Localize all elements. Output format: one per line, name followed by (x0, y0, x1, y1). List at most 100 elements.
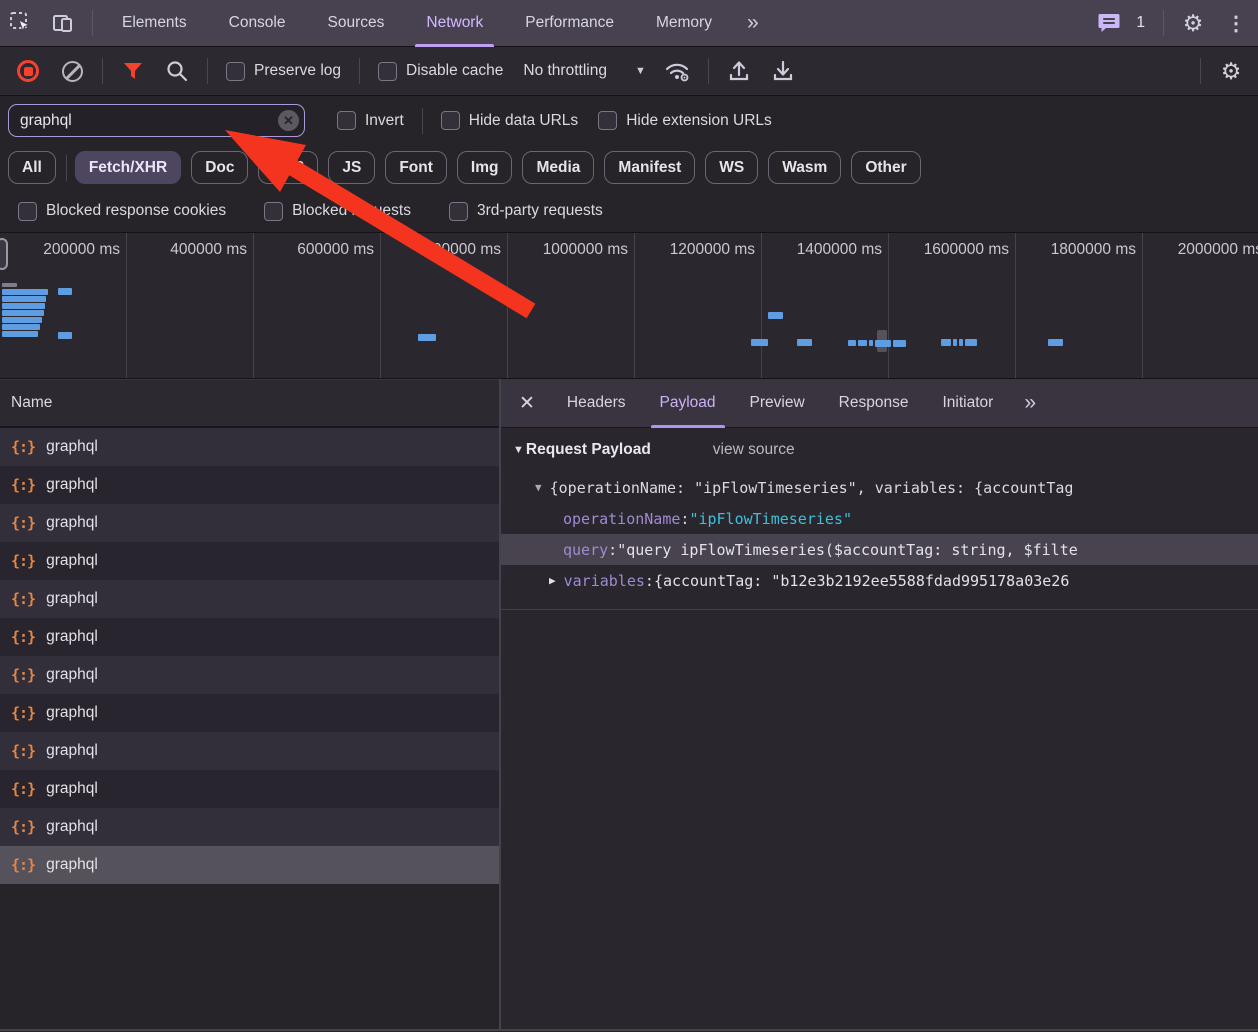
timeline-tick: 1200000 ms (635, 233, 762, 378)
payload-variables-row[interactable]: ▶ variables: {accountTag: "b12e3b2192ee5… (501, 565, 1258, 596)
blocked-requests-checkbox[interactable] (264, 202, 283, 221)
import-har-button[interactable] (722, 54, 756, 88)
request-row[interactable]: {:}graphql (0, 732, 499, 770)
chip-ws[interactable]: WS (705, 151, 758, 184)
request-row[interactable]: {:}graphql (0, 656, 499, 694)
hide-extension-urls-group[interactable]: Hide extension URLs (598, 111, 772, 130)
inspect-element-button[interactable] (6, 8, 36, 38)
chip-font[interactable]: Font (385, 151, 447, 184)
filter-input-box[interactable]: ✕ (8, 104, 305, 137)
third-party-requests-group[interactable]: 3rd-party requests (449, 202, 603, 221)
invert-checkbox-group[interactable]: Invert (337, 111, 404, 130)
waterfall-bar (875, 340, 891, 347)
request-row[interactable]: {:}graphql (0, 618, 499, 656)
hide-data-urls-group[interactable]: Hide data URLs (441, 111, 578, 130)
device-toolbar-button[interactable] (48, 8, 78, 38)
chip-css[interactable]: CSS (258, 151, 318, 184)
network-overview-timeline[interactable]: 200000 ms 400000 ms 600000 ms 800000 ms … (0, 233, 1258, 379)
throttling-select[interactable]: No throttling ▼ (523, 62, 645, 80)
chip-wasm[interactable]: Wasm (768, 151, 841, 184)
chip-img[interactable]: Img (457, 151, 513, 184)
json-icon: {:} (11, 438, 35, 456)
disable-cache-checkbox[interactable] (378, 62, 397, 81)
chip-fetch-xhr[interactable]: Fetch/XHR (75, 151, 181, 184)
record-network-log-button[interactable] (11, 54, 45, 88)
tab-performance[interactable]: Performance (504, 0, 635, 47)
clear-network-log-button[interactable] (55, 54, 89, 88)
waterfall-bar (2, 317, 42, 323)
name-column-header[interactable]: Name (0, 379, 499, 428)
invert-checkbox[interactable] (337, 111, 356, 130)
divider (102, 58, 103, 84)
payload-key: query (563, 541, 608, 559)
tab-headers[interactable]: Headers (550, 379, 643, 428)
request-payload-section[interactable]: ▼ Request Payload view source (501, 428, 1258, 472)
hide-data-urls-checkbox[interactable] (441, 111, 460, 130)
filter-toggle-button[interactable] (116, 54, 150, 88)
export-har-button[interactable] (766, 54, 800, 88)
disable-cache-checkbox-group[interactable]: Disable cache (378, 62, 503, 81)
tab-console[interactable]: Console (208, 0, 307, 47)
timeline-tick: 1800000 ms (1016, 233, 1143, 378)
chip-media[interactable]: Media (522, 151, 594, 184)
request-row[interactable]: {:}graphql (0, 770, 499, 808)
more-detail-tabs-button[interactable]: » (1010, 391, 1048, 415)
json-icon: {:} (11, 742, 35, 760)
payload-operation-name-row[interactable]: operationName: "ipFlowTimeseries" (501, 503, 1258, 534)
request-row[interactable]: {:}graphql (0, 542, 499, 580)
requests-table: Name {:}graphql {:}graphql {:}graphql {:… (0, 379, 501, 1029)
filter-input[interactable] (9, 112, 304, 130)
request-detail-panel: ✕ Headers Payload Preview Response Initi… (501, 379, 1258, 1029)
request-row[interactable]: {:}graphql (0, 808, 499, 846)
inspect-cursor-icon (9, 11, 33, 35)
payload-query-row[interactable]: query: "query ipFlowTimeseries($accountT… (501, 534, 1258, 565)
request-row-selected[interactable]: {:}graphql (0, 846, 499, 884)
view-source-link[interactable]: view source (713, 441, 795, 459)
waterfall-bar (2, 331, 38, 337)
clear-filter-button[interactable]: ✕ (278, 110, 299, 131)
tab-initiator[interactable]: Initiator (925, 379, 1010, 428)
preserve-log-checkbox[interactable] (226, 62, 245, 81)
issues-button[interactable] (1094, 8, 1124, 38)
waterfall-bar (2, 289, 48, 295)
tab-elements[interactable]: Elements (101, 0, 208, 47)
tab-response[interactable]: Response (822, 379, 926, 428)
device-toolbar-icon (51, 11, 75, 35)
chip-all[interactable]: All (8, 151, 56, 184)
chip-js[interactable]: JS (328, 151, 375, 184)
request-row[interactable]: {:}graphql (0, 504, 499, 542)
request-row[interactable]: {:}graphql (0, 580, 499, 618)
hide-extension-urls-checkbox[interactable] (598, 111, 617, 130)
main-menu-button[interactable]: ⋮ (1214, 11, 1258, 36)
blocked-requests-group[interactable]: Blocked requests (264, 202, 411, 221)
waterfall-bar (418, 334, 436, 341)
chip-other[interactable]: Other (851, 151, 920, 184)
tab-sources[interactable]: Sources (307, 0, 406, 47)
gear-icon: ⚙ (1221, 60, 1242, 83)
preserve-log-checkbox-group[interactable]: Preserve log (226, 62, 341, 81)
request-row[interactable]: {:}graphql (0, 466, 499, 504)
blocked-cookies-checkbox[interactable] (18, 202, 37, 221)
waterfall-bar (768, 312, 783, 319)
network-conditions-button[interactable] (661, 54, 695, 88)
close-detail-button[interactable]: ✕ (501, 392, 550, 415)
tab-memory[interactable]: Memory (635, 0, 733, 47)
tab-payload[interactable]: Payload (643, 379, 733, 428)
timeline-grid: 200000 ms 400000 ms 600000 ms 800000 ms … (0, 233, 1258, 378)
json-icon: {:} (11, 476, 35, 494)
search-button[interactable] (160, 54, 194, 88)
payload-root-row[interactable]: ▼ {operationName: "ipFlowTimeseries", va… (501, 472, 1258, 503)
tab-network[interactable]: Network (405, 0, 504, 47)
timeline-scroll-handle[interactable] (0, 238, 8, 270)
settings-button[interactable]: ⚙ (1178, 8, 1208, 38)
request-row[interactable]: {:}graphql (0, 428, 499, 466)
network-settings-button[interactable]: ⚙ (1214, 54, 1248, 88)
chip-manifest[interactable]: Manifest (604, 151, 695, 184)
tab-preview[interactable]: Preview (733, 379, 822, 428)
chip-doc[interactable]: Doc (191, 151, 248, 184)
more-tabs-button[interactable]: » (733, 11, 771, 35)
throttling-value: No throttling (523, 62, 607, 80)
blocked-cookies-group[interactable]: Blocked response cookies (18, 202, 226, 221)
request-row[interactable]: {:}graphql (0, 694, 499, 732)
third-party-requests-checkbox[interactable] (449, 202, 468, 221)
